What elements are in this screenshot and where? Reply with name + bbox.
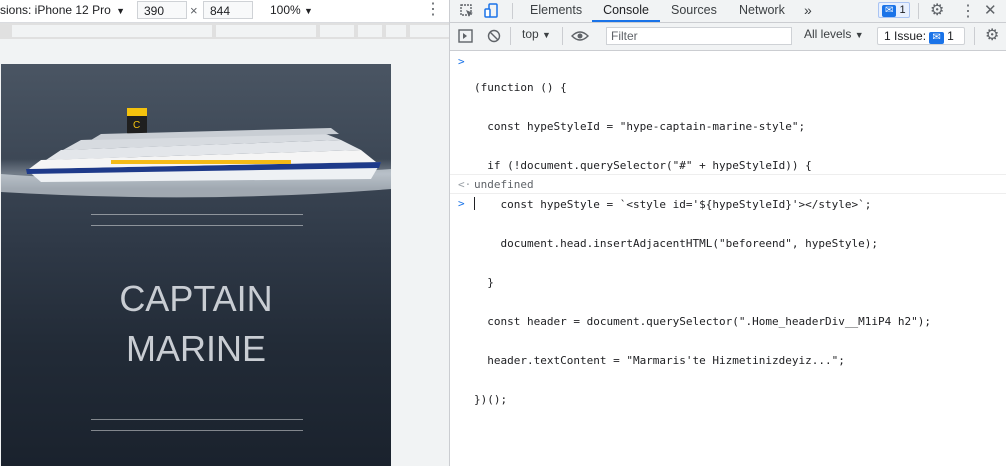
inspect-element-icon[interactable] bbox=[460, 4, 474, 18]
context-label: top bbox=[522, 27, 539, 41]
issues-button[interactable]: 1 Issue: ✉ 1 bbox=[877, 27, 965, 45]
console-settings-gear-icon[interactable]: ⚙ bbox=[985, 25, 999, 45]
sidebar-toggle-icon[interactable] bbox=[458, 29, 473, 43]
filter-input[interactable]: Filter bbox=[606, 27, 792, 45]
media-query-ruler[interactable] bbox=[0, 23, 449, 39]
device-toolbar: sions: iPhone 12 Pro ▼ 390 × 844 100% ▼ … bbox=[0, 0, 449, 23]
console-input-caret[interactable] bbox=[474, 197, 475, 210]
code-line: })(); bbox=[474, 393, 508, 406]
tab-sources[interactable]: Sources bbox=[671, 0, 717, 22]
code-line: const hypeStyleId = "hype-captain-marine… bbox=[474, 120, 806, 133]
settings-gear-icon[interactable]: ⚙ bbox=[930, 0, 944, 20]
code-line: document.head.insertAdjacentHTML("before… bbox=[474, 237, 878, 250]
log-levels-dropdown[interactable]: All levels ▼ bbox=[804, 27, 864, 41]
code-line: const hypeStyle = `<style id='${hypeStyl… bbox=[474, 198, 872, 211]
more-tabs-button[interactable]: » bbox=[804, 0, 812, 22]
issue-message-icon: ✉ bbox=[929, 32, 944, 44]
device-toggle-icon[interactable] bbox=[484, 3, 500, 19]
message-count: 1 bbox=[899, 4, 906, 16]
more-options-icon[interactable]: ⋮ bbox=[960, 1, 976, 21]
log-levels-label: All levels bbox=[804, 27, 852, 41]
input-prompt-icon: > bbox=[458, 55, 465, 68]
issues-count: 1 bbox=[947, 29, 954, 43]
zoom-label: 100% bbox=[270, 3, 301, 17]
width-input[interactable]: 390 bbox=[137, 1, 187, 19]
result-arrow-icon: <· bbox=[458, 178, 472, 191]
console-result-row: <· undefined bbox=[450, 174, 1006, 194]
device-viewport[interactable]: C CAPTAIN MARINE bbox=[1, 64, 391, 466]
hero-title-line-1: CAPTAIN bbox=[119, 278, 273, 319]
chevron-down-icon: ▼ bbox=[116, 6, 126, 16]
live-expression-eye-icon[interactable] bbox=[571, 30, 589, 42]
console-toolbar: top ▼ Filter All levels ▼ 1 Issue: ✉ 1 ⚙ bbox=[450, 23, 1006, 51]
devtools-panel: Elements Console Sources Network » ✉ 1 ⚙… bbox=[450, 0, 1006, 466]
hero-title-line-2: MARINE bbox=[125, 328, 266, 369]
bottom-decorative-lines bbox=[91, 419, 303, 441]
code-line: header.textContent = "Marmaris'te Hizmet… bbox=[474, 354, 845, 367]
hero-title: CAPTAIN MARINE bbox=[1, 274, 391, 374]
times-icon: × bbox=[190, 3, 198, 18]
top-decorative-lines bbox=[91, 214, 303, 236]
chevron-down-icon: ▼ bbox=[304, 6, 313, 16]
device-label: sions: iPhone 12 Pro bbox=[0, 3, 111, 17]
clear-console-icon[interactable] bbox=[487, 29, 501, 43]
console-output[interactable]: > (function () { const hypeStyleId = "hy… bbox=[450, 51, 1006, 466]
messages-button[interactable]: ✉ 1 bbox=[878, 2, 910, 18]
message-icon: ✉ bbox=[882, 5, 897, 17]
tab-elements[interactable]: Elements bbox=[530, 0, 582, 22]
issues-label: 1 Issue: bbox=[884, 29, 927, 43]
code-line: const header = document.querySelector(".… bbox=[474, 315, 931, 328]
devtools-tab-bar: Elements Console Sources Network » ✉ 1 ⚙… bbox=[450, 0, 1006, 23]
cruise-ship-image: C bbox=[1, 108, 391, 198]
svg-text:C: C bbox=[133, 120, 140, 131]
device-emulation-pane: sions: iPhone 12 Pro ▼ 390 × 844 100% ▼ … bbox=[0, 0, 449, 466]
height-input[interactable]: 844 bbox=[203, 1, 253, 19]
code-line: } bbox=[474, 276, 494, 289]
console-code-block: (function () { const hypeStyleId = "hype… bbox=[474, 55, 931, 432]
code-line: (function () { bbox=[474, 81, 567, 94]
close-icon[interactable]: ✕ bbox=[984, 1, 997, 19]
tab-network[interactable]: Network bbox=[739, 0, 785, 22]
result-value: undefined bbox=[474, 178, 534, 191]
tab-console[interactable]: Console bbox=[592, 0, 660, 22]
code-line: if (!document.querySelector("#" + hypeSt… bbox=[474, 159, 812, 172]
device-dimensions-dropdown[interactable]: sions: iPhone 12 Pro ▼ bbox=[0, 3, 125, 17]
more-options-icon[interactable]: ⋮ bbox=[425, 1, 441, 19]
chevron-down-icon: ▼ bbox=[542, 30, 551, 40]
zoom-dropdown[interactable]: 100% ▼ bbox=[270, 3, 313, 17]
chevron-down-icon: ▼ bbox=[854, 30, 864, 40]
context-selector[interactable]: top ▼ bbox=[522, 27, 551, 41]
input-prompt-icon: > bbox=[458, 197, 465, 210]
